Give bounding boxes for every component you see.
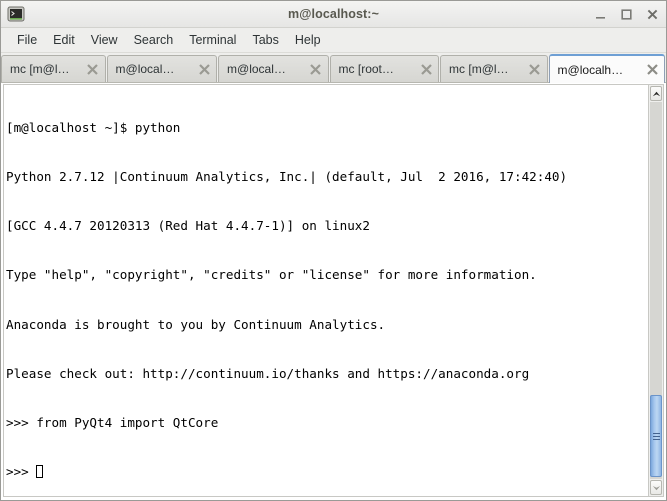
tab-6-active[interactable]: m@localh… — [549, 54, 665, 83]
tab-bar: mc [m@l… m@local… m@local… — [1, 53, 666, 83]
menu-item-view[interactable]: View — [83, 31, 126, 50]
terminal-line: Please check out: http://continuum.io/th… — [6, 366, 648, 382]
tab-close-icon[interactable] — [85, 61, 101, 77]
tab-label: mc [m@l… — [449, 62, 509, 76]
tab-close-icon[interactable] — [527, 61, 543, 77]
menu-item-terminal[interactable]: Terminal — [181, 31, 244, 50]
terminal-prompt-line: >>> — [6, 464, 648, 480]
tab-close-icon[interactable] — [196, 61, 212, 77]
close-icon[interactable] — [646, 8, 659, 21]
tab-label: mc [m@l… — [10, 62, 70, 76]
window-title: m@localhost:~ — [1, 7, 666, 21]
tab-close-icon[interactable] — [308, 61, 324, 77]
terminal-icon — [7, 5, 25, 23]
menu-item-tabs[interactable]: Tabs — [244, 31, 286, 50]
terminal-line: [m@localhost ~]$ python — [6, 120, 648, 136]
scroll-up-icon[interactable] — [650, 86, 662, 101]
terminal-line: Python 2.7.12 |Continuum Analytics, Inc.… — [6, 169, 648, 185]
maximize-icon[interactable] — [620, 8, 633, 21]
tab-2[interactable]: m@local… — [107, 55, 218, 82]
window-controls — [594, 1, 659, 27]
tab-1[interactable]: mc [m@l… — [1, 55, 106, 82]
block-cursor — [36, 465, 43, 478]
menu-item-edit[interactable]: Edit — [45, 31, 83, 50]
tab-label: mc [root… — [339, 62, 394, 76]
scroll-down-icon[interactable] — [650, 480, 662, 495]
tab-5[interactable]: mc [m@l… — [440, 55, 548, 82]
prompt-text: >>> — [6, 464, 36, 479]
terminal-text: [m@localhost ~]$ python Python 2.7.12 |C… — [6, 87, 648, 497]
terminal-scrollbar[interactable] — [648, 84, 664, 497]
terminal-line: [GCC 4.4.7 20120313 (Red Hat 4.4.7-1)] o… — [6, 218, 648, 234]
menu-item-search[interactable]: Search — [126, 31, 182, 50]
tab-label: m@localh… — [558, 63, 624, 77]
tab-3[interactable]: m@local… — [218, 55, 329, 82]
scrollbar-thumb[interactable] — [650, 395, 662, 477]
title-bar[interactable]: m@localhost:~ — [1, 1, 666, 28]
tab-4[interactable]: mc [root… — [330, 55, 440, 82]
terminal-area: [m@localhost ~]$ python Python 2.7.12 |C… — [1, 83, 666, 500]
scrollbar-track[interactable] — [650, 102, 662, 479]
tab-label: m@local… — [116, 62, 175, 76]
terminal-line: >>> from PyQt4 import QtCore — [6, 415, 648, 431]
terminal-window: m@localhost:~ File Edit View Search — [0, 0, 667, 501]
terminal-output[interactable]: [m@localhost ~]$ python Python 2.7.12 |C… — [3, 84, 648, 497]
scrollbar-grip-icon — [653, 433, 660, 440]
minimize-icon[interactable] — [594, 8, 607, 21]
tab-close-icon[interactable] — [644, 62, 660, 78]
tab-close-icon[interactable] — [418, 61, 434, 77]
tab-label: m@local… — [227, 62, 286, 76]
menu-item-help[interactable]: Help — [287, 31, 329, 50]
menu-bar: File Edit View Search Terminal Tabs Help — [1, 28, 666, 53]
terminal-line: Type "help", "copyright", "credits" or "… — [6, 267, 648, 283]
terminal-line: Anaconda is brought to you by Continuum … — [6, 317, 648, 333]
menu-item-file[interactable]: File — [9, 31, 45, 50]
